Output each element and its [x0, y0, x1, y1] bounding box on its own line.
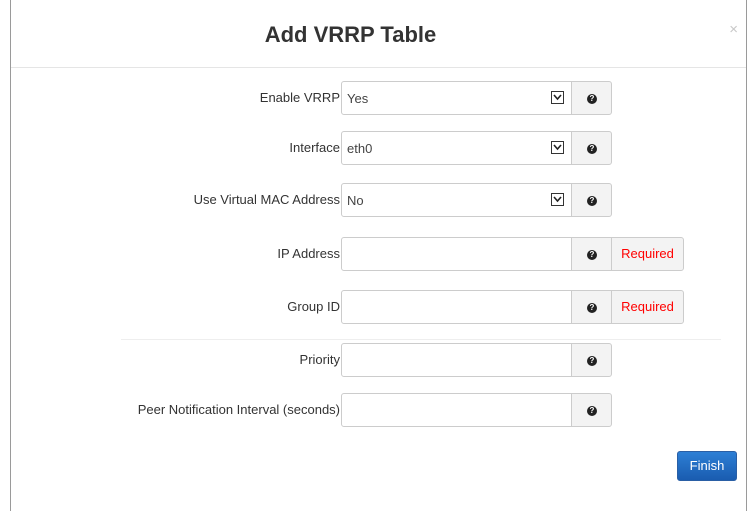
enable-vrrp-help-button[interactable]: ? [571, 81, 612, 115]
peer-notification-interval-input[interactable] [341, 393, 572, 427]
priority-row: Priority ? [11, 343, 746, 377]
chevron-down-icon [551, 91, 564, 104]
peer-notification-interval-help-button[interactable]: ? [571, 393, 612, 427]
question-circle-icon: ? [587, 356, 597, 366]
divider [121, 339, 721, 340]
enable-vrrp-value: Yes [347, 91, 369, 106]
use-virtual-mac-label: Use Virtual MAC Address [193, 192, 340, 207]
question-circle-icon: ? [587, 196, 597, 206]
chevron-down-icon [551, 141, 564, 154]
question-circle-icon: ? [587, 94, 597, 104]
chevron-down-icon [551, 193, 564, 206]
group-id-required-badge: Required [611, 290, 684, 324]
finish-button[interactable]: Finish [677, 451, 737, 481]
ip-address-required-badge: Required [611, 237, 684, 271]
enable-vrrp-select[interactable]: Yes [341, 81, 572, 115]
ip-address-label: IP Address [277, 246, 340, 261]
question-circle-icon: ? [587, 250, 597, 260]
question-circle-icon: ? [587, 303, 597, 313]
enable-vrrp-label: Enable VRRP [259, 90, 340, 105]
group-id-label: Group ID [287, 299, 340, 314]
priority-input[interactable] [341, 343, 572, 377]
use-virtual-mac-select[interactable]: No [341, 183, 572, 217]
ip-address-input[interactable] [341, 237, 572, 271]
interface-value: eth0 [347, 141, 373, 156]
group-id-input[interactable] [341, 290, 572, 324]
question-circle-icon: ? [587, 406, 597, 416]
priority-help-button[interactable]: ? [571, 343, 612, 377]
enable-vrrp-row: Enable VRRP Yes ? [11, 81, 746, 115]
ip-address-row: IP Address ? Required [11, 237, 746, 271]
interface-row: Interface eth0 ? [11, 131, 746, 165]
group-id-row: Group ID ? Required [11, 290, 746, 324]
priority-label: Priority [299, 352, 340, 367]
close-icon[interactable]: × [729, 22, 738, 37]
group-id-help-button[interactable]: ? [571, 290, 612, 324]
use-virtual-mac-row: Use Virtual MAC Address No ? [11, 183, 746, 217]
interface-help-button[interactable]: ? [571, 131, 612, 165]
question-circle-icon: ? [587, 144, 597, 154]
interface-select[interactable]: eth0 [341, 131, 572, 165]
modal-title: Add VRRP Table [264, 22, 437, 47]
peer-notification-interval-label: Peer Notification Interval (seconds) [137, 402, 340, 417]
use-virtual-mac-value: No [347, 193, 364, 208]
modal-header: Add VRRP Table × [11, 0, 746, 68]
interface-label: Interface [289, 140, 340, 155]
peer-notification-interval-row: Peer Notification Interval (seconds) ? [11, 393, 746, 427]
ip-address-help-button[interactable]: ? [571, 237, 612, 271]
add-vrrp-table-modal: Add VRRP Table × Enable VRRP Yes ? Inter… [10, 0, 747, 511]
use-virtual-mac-help-button[interactable]: ? [571, 183, 612, 217]
